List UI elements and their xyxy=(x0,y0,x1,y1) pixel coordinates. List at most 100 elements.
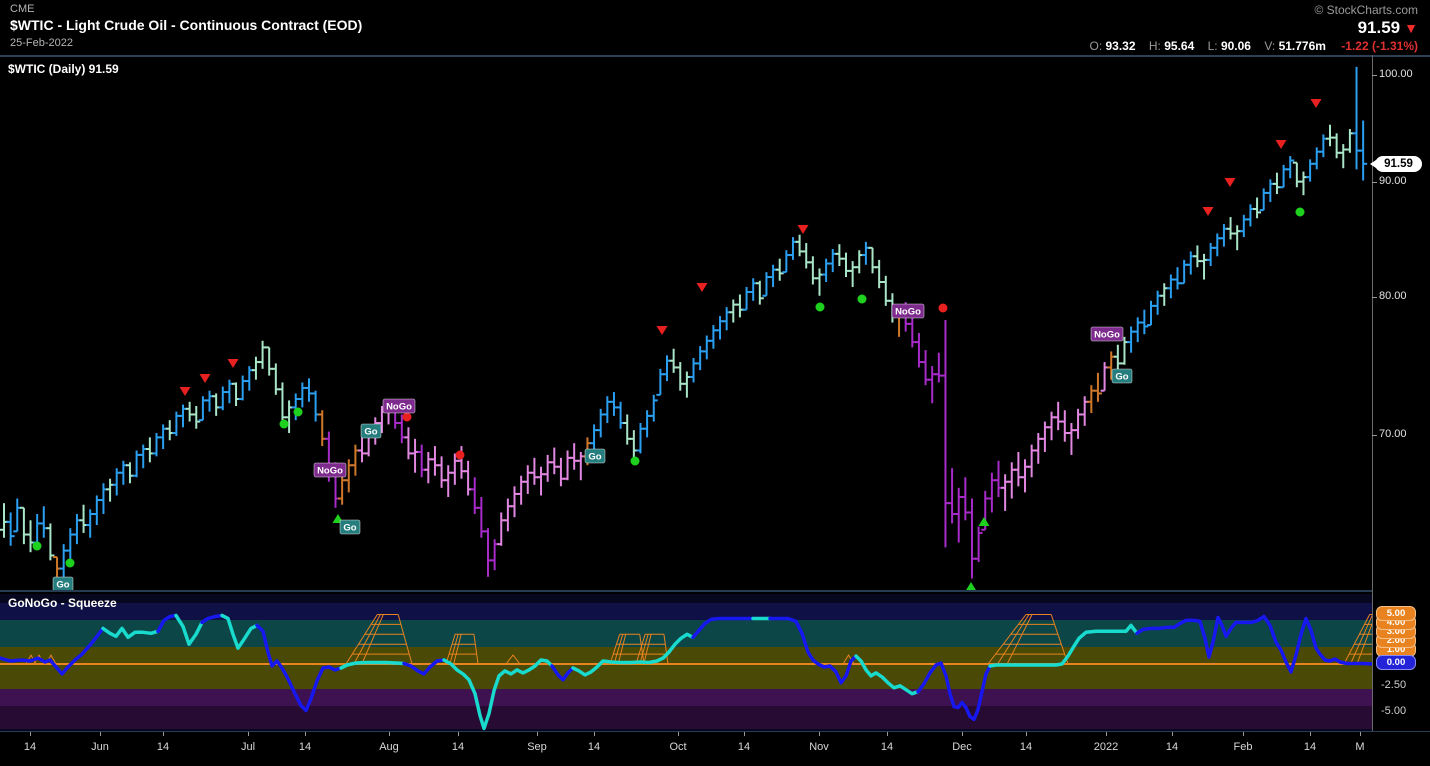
date-tick-label: Jul xyxy=(241,741,255,753)
date-tick xyxy=(1026,732,1027,736)
volume-value: 51.776m xyxy=(1279,39,1326,53)
down-arrow-icon: ▼ xyxy=(1404,20,1418,36)
go-trend-label: Go xyxy=(340,520,360,534)
exchange-name: CME xyxy=(10,3,34,15)
svg-text:NoGo: NoGo xyxy=(386,402,412,413)
low-value: 90.06 xyxy=(1221,39,1251,53)
svg-text:Go: Go xyxy=(1115,372,1128,383)
date-tick-label: Nov xyxy=(809,741,829,753)
date-tick xyxy=(1310,732,1311,736)
last-price: 91.59▼ xyxy=(1358,18,1418,38)
date-tick-label: 14 xyxy=(738,741,750,753)
volume-label: V: xyxy=(1264,39,1275,53)
date-tick xyxy=(819,732,820,736)
svg-text:Go: Go xyxy=(56,580,69,591)
green-dot-icon xyxy=(280,420,289,429)
nogo-countertrend-icon xyxy=(657,326,668,335)
date-tick xyxy=(305,732,306,736)
date-tick-label: Aug xyxy=(379,741,399,753)
squeeze-tick-label: -5.00 xyxy=(1381,705,1406,717)
date-tick-label: 14 xyxy=(452,741,464,753)
squeeze-tick-label: -2.50 xyxy=(1381,679,1406,691)
price-tick-label: 80.00 xyxy=(1379,290,1407,302)
date-tick-label: 14 xyxy=(1166,741,1178,753)
copyright-watermark: © StockCharts.com xyxy=(1314,3,1418,17)
go-trend-label: Go xyxy=(361,424,381,438)
go-trend-label: Go xyxy=(585,449,605,463)
price-chart-canvas[interactable]: Go Go Go NoGo NoGo Go NoGo NoGo Go xyxy=(0,55,1372,590)
nogo-countertrend-icon xyxy=(228,359,239,368)
date-tick xyxy=(1106,732,1107,736)
date-tick xyxy=(163,732,164,736)
date-tick-label: Dec xyxy=(952,741,972,753)
nogo-countertrend-icon xyxy=(1276,140,1287,149)
high-label: H: xyxy=(1149,39,1161,53)
svg-text:NoGo: NoGo xyxy=(317,466,343,477)
date-tick xyxy=(100,732,101,736)
squeeze-value-tag: 0.00 xyxy=(1376,655,1416,670)
price-tick-dash xyxy=(1372,435,1377,436)
date-tick-label: Oct xyxy=(669,741,686,753)
date-tick xyxy=(30,732,31,736)
date-tick xyxy=(537,732,538,736)
chart-workspace: CME $WTIC - Light Crude Oil - Continuous… xyxy=(0,0,1430,766)
date-tick xyxy=(962,732,963,736)
svg-text:Go: Go xyxy=(588,452,601,463)
date-tick-label: 2022 xyxy=(1094,741,1118,753)
green-dot-icon xyxy=(816,303,825,312)
squeeze-band xyxy=(0,603,1372,620)
high-value: 95.64 xyxy=(1164,39,1194,53)
open-label: O: xyxy=(1089,39,1102,53)
nogo-trend-label: NoGo xyxy=(314,463,346,477)
nogo-countertrend-icon xyxy=(1225,178,1236,187)
green-dot-icon xyxy=(294,408,303,417)
chart-date: 25-Feb-2022 xyxy=(10,37,73,49)
last-price-tag: 91.59 xyxy=(1375,156,1422,172)
squeeze-band xyxy=(0,594,1372,603)
go-countertrend-icon xyxy=(979,517,990,526)
date-tick-label: M xyxy=(1355,741,1364,753)
symbol-title: $WTIC - Light Crude Oil - Continuous Con… xyxy=(10,17,362,33)
squeeze-panel-title: GoNoGo - Squeeze xyxy=(8,596,117,610)
date-tick xyxy=(678,732,679,736)
date-tick xyxy=(458,732,459,736)
squeeze-band xyxy=(0,647,1372,689)
green-dot-icon xyxy=(33,542,42,551)
date-tick xyxy=(744,732,745,736)
red-dot-icon xyxy=(456,451,465,460)
low-label: L: xyxy=(1208,39,1218,53)
date-tick xyxy=(1243,732,1244,736)
date-tick xyxy=(1172,732,1173,736)
date-tick-label: 14 xyxy=(881,741,893,753)
nogo-trend-label: NoGo xyxy=(892,304,924,318)
squeeze-band xyxy=(0,689,1372,706)
red-dot-icon xyxy=(939,304,948,313)
date-tick-label: 14 xyxy=(299,741,311,753)
nogo-countertrend-icon xyxy=(798,225,809,234)
price-tick-label: 70.00 xyxy=(1379,428,1407,440)
date-tick-label: 14 xyxy=(588,741,600,753)
nogo-countertrend-icon xyxy=(1203,207,1214,216)
ohlcv-readout: O: 93.32 H: 95.64 L: 90.06 V: 51.776m -1… xyxy=(1089,39,1418,53)
go-trend-label: Go xyxy=(53,577,73,590)
svg-text:NoGo: NoGo xyxy=(1094,330,1120,341)
date-tick xyxy=(887,732,888,736)
date-tick-label: Jun xyxy=(91,741,109,753)
price-tick-label: 90.00 xyxy=(1379,175,1407,187)
squeeze-indicator-canvas[interactable] xyxy=(0,590,1372,733)
date-tick-label: Feb xyxy=(1234,741,1253,753)
green-dot-icon xyxy=(858,295,867,304)
price-panel-title: $WTIC (Daily) 91.59 xyxy=(8,62,119,76)
date-tick-label: 14 xyxy=(157,741,169,753)
svg-text:Go: Go xyxy=(364,427,377,438)
nogo-countertrend-icon xyxy=(200,374,211,383)
nogo-countertrend-icon xyxy=(1311,99,1322,108)
go-trend-label: Go xyxy=(1112,369,1132,383)
squeeze-band xyxy=(0,706,1372,729)
nogo-trend-label: NoGo xyxy=(383,399,415,413)
squeeze-level-tag: 5.00 xyxy=(1376,606,1416,621)
date-tick xyxy=(248,732,249,736)
date-axis[interactable]: 14Jun14Jul14Aug14Sep14Oct14Nov14Dec14202… xyxy=(0,731,1430,766)
price-tick-label: 100.00 xyxy=(1379,68,1413,80)
date-tick-label: 14 xyxy=(1020,741,1032,753)
